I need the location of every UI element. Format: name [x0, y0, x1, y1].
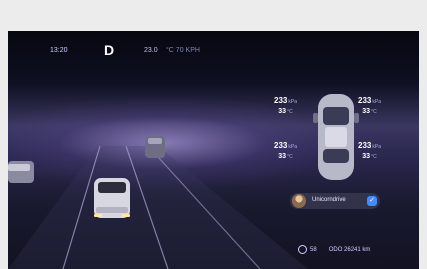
tire-temperature: 33 [278, 153, 287, 160]
tire-temperature: 33 [362, 108, 371, 115]
range-value: 58 [310, 247, 317, 254]
clock-time: 13:20 [50, 47, 68, 54]
driver-name: Unicorndrive [312, 197, 346, 203]
ego-vehicle [94, 178, 130, 218]
tire-front-right: 233kPa 33°C [358, 96, 381, 117]
instrument-cluster-display: 13:20 D 23.0 °C 70 KPH 233kPa 33°C 233kP… [8, 31, 419, 269]
tire-pressure: 233 [274, 96, 288, 105]
tire-temp-unit: °C [287, 154, 293, 160]
outside-temperature: 23.0 [144, 47, 158, 54]
tire-front-left: 233kPa 33°C [274, 96, 297, 117]
avatar [292, 194, 306, 208]
check-icon: ✓ [367, 196, 377, 206]
trip-info-bar: 58 ODO 26241 km [298, 245, 370, 254]
tire-pressure: 233 [358, 96, 372, 105]
tire-rear-right: 233kPa 33°C [358, 141, 381, 162]
gear-indicator: D [104, 42, 115, 58]
clock-icon [298, 245, 307, 254]
tire-temp-unit: °C [371, 109, 377, 115]
tire-pressure: 233 [274, 141, 288, 150]
tire-temp-unit: °C [371, 154, 377, 160]
vehicle-ahead [145, 136, 165, 158]
tire-rear-left: 233kPa 33°C [274, 141, 297, 162]
tire-temp-unit: °C [287, 109, 293, 115]
car-top-view-icon [313, 94, 359, 180]
tire-temperature: 33 [278, 108, 287, 115]
driver-profile-chip[interactable]: Unicorndrive ✓ [290, 193, 380, 209]
tire-pressure-unit: kPa [372, 99, 381, 105]
odometer: ODO 26241 km [328, 247, 371, 254]
vehicle-left [8, 161, 34, 183]
tire-pressure-unit: kPa [288, 144, 297, 150]
speed-readout: °C 70 KPH [166, 47, 200, 54]
tire-pressure-unit: kPa [372, 144, 381, 150]
tire-temperature: 33 [362, 153, 371, 160]
tire-pressure-unit: kPa [288, 99, 297, 105]
tire-pressure: 233 [358, 141, 372, 150]
